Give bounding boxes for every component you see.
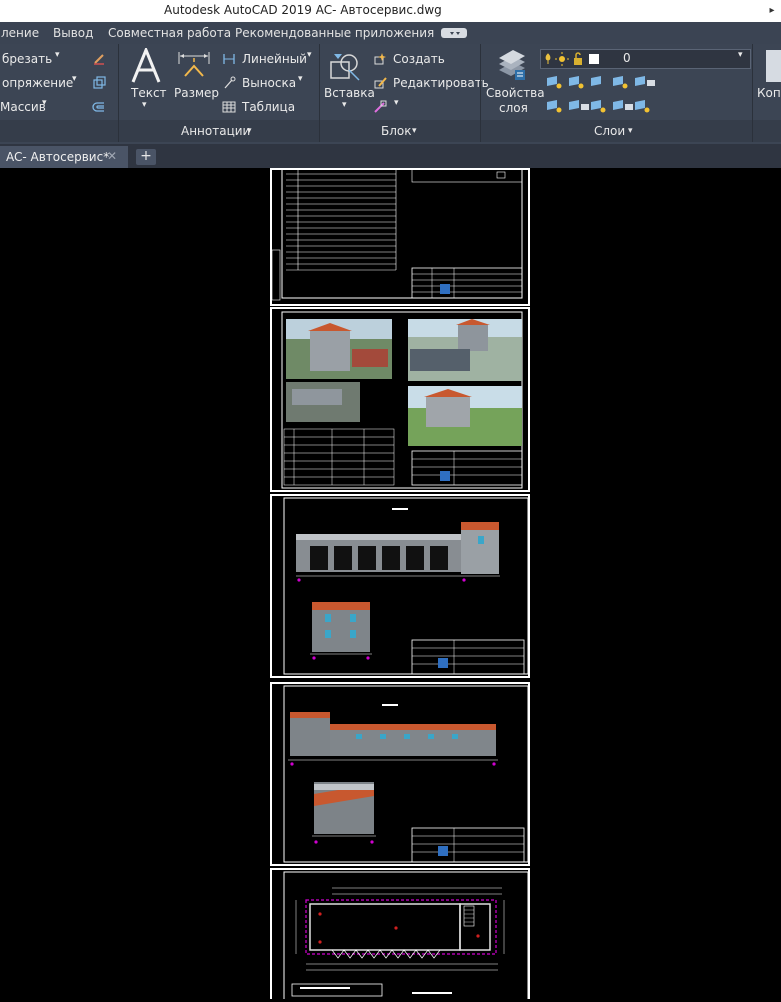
drawing-sheet-1[interactable] — [270, 167, 530, 306]
sheet-4-drawing — [283, 685, 529, 863]
chevron-down-icon[interactable]: ▾ — [247, 126, 252, 136]
chevron-down-icon[interactable]: ▾ — [42, 98, 47, 108]
linear-dimension-button[interactable]: Линейный — [242, 52, 307, 66]
chevron-right-icon[interactable]: ▸ — [763, 0, 781, 22]
document-tab-bar: AC- Автосервис* ✕ + — [0, 144, 781, 168]
layer-stack-icon — [499, 50, 525, 80]
text-icon — [131, 48, 161, 83]
current-layer-name: 0 — [623, 51, 631, 65]
ribbon-toggle-icon[interactable] — [441, 28, 467, 38]
tab-output[interactable]: Вывод — [53, 26, 93, 40]
explode-icon[interactable] — [92, 76, 106, 90]
insert-block-icon — [330, 54, 360, 81]
chevron-down-icon[interactable]: ▾ — [298, 74, 303, 84]
copy-clip-icon[interactable] — [766, 50, 781, 82]
chevron-down-icon: ▾ — [342, 100, 347, 110]
ribbon-tab-bar: ление Вывод Совместная работа Рекомендов… — [0, 22, 781, 44]
panel-separator — [118, 44, 119, 142]
drawing-canvas[interactable] — [0, 167, 781, 1002]
chevron-down-icon[interactable]: ▾ — [394, 98, 399, 108]
window-title: Autodesk AutoCAD 2019 AC- Автосервис.dwg — [164, 3, 442, 17]
edit-block-icon — [374, 77, 387, 89]
chevron-down-icon[interactable]: ▾ — [412, 126, 417, 136]
drawing-sheet-2[interactable] — [270, 307, 530, 492]
layer-tools-icon-grid[interactable] — [543, 74, 663, 116]
erase-icon[interactable] — [92, 52, 106, 66]
sheet-3-drawing — [283, 497, 529, 675]
leader-button[interactable]: Выноска — [242, 76, 296, 90]
copy-clip-label[interactable]: Копи — [757, 86, 781, 100]
drawing-sheet-3[interactable] — [270, 494, 530, 678]
dimension-icon — [178, 52, 210, 77]
insert-block-label: Вставка — [324, 86, 375, 100]
layer-state-icons — [545, 52, 599, 66]
layer-dropdown[interactable]: 0 ▾ — [540, 49, 751, 69]
chevron-down-icon[interactable]: ▾ — [307, 50, 312, 60]
new-tab-button[interactable]: + — [136, 149, 156, 165]
leader-icon — [224, 76, 236, 89]
layer-properties-label-2: слоя — [499, 101, 528, 115]
tab-collaborate[interactable]: Совместная работа — [108, 26, 231, 40]
sheet-2-drawing — [281, 311, 523, 489]
chevron-down-icon[interactable]: ▾ — [628, 126, 633, 136]
layer-properties-label-1: Свойства — [486, 86, 545, 100]
linear-dimension-icon — [223, 54, 235, 64]
drawing-sheet-4[interactable] — [270, 682, 530, 866]
annotations-panel-title[interactable]: Аннотации — [181, 124, 250, 138]
dimension-button-label: Размер — [174, 86, 220, 100]
layers-panel-title[interactable]: Слои — [594, 124, 625, 138]
table-icon — [222, 101, 236, 113]
chevron-down-icon: ▾ — [738, 50, 743, 60]
text-button-label: Текст — [131, 86, 167, 100]
close-icon[interactable]: ✕ — [107, 149, 117, 163]
array-button[interactable]: Массив — [0, 100, 46, 114]
sheet-1-drawing — [271, 167, 523, 301]
document-tab-title: AC- Автосервис* — [6, 150, 110, 164]
create-block-button[interactable]: Создать — [393, 52, 445, 66]
edit-block-button[interactable]: Редактировать — [393, 76, 489, 90]
trim-button[interactable]: брезать — [2, 52, 52, 66]
chevron-down-icon[interactable]: ▾ — [55, 50, 60, 60]
document-tab-active[interactable]: AC- Автосервис* ✕ — [0, 146, 128, 168]
panel-separator — [319, 44, 320, 142]
tab-manage[interactable]: ление — [1, 26, 39, 40]
drawing-sheet-5[interactable] — [270, 868, 530, 1002]
chevron-down-icon[interactable]: ▾ — [72, 74, 77, 84]
table-button[interactable]: Таблица — [242, 100, 295, 114]
offset-icon[interactable] — [92, 100, 106, 114]
tab-featured-apps[interactable]: Рекомендованные приложения — [235, 26, 434, 40]
panel-separator — [480, 44, 481, 142]
chevron-down-icon: ▾ — [142, 100, 147, 110]
block-panel-title[interactable]: Блок — [381, 124, 412, 138]
create-block-icon — [374, 53, 386, 65]
block-attribute-icon[interactable] — [373, 100, 387, 114]
ribbon: брезать ▾ опряжение ▾ Массив ▾ Текст ▾ Р… — [0, 44, 781, 144]
window-title-bar: Autodesk AutoCAD 2019 AC- Автосервис.dwg… — [0, 0, 781, 22]
panel-separator — [752, 44, 753, 142]
fillet-button[interactable]: опряжение — [2, 76, 73, 90]
sheet-5-drawing — [283, 871, 529, 1002]
